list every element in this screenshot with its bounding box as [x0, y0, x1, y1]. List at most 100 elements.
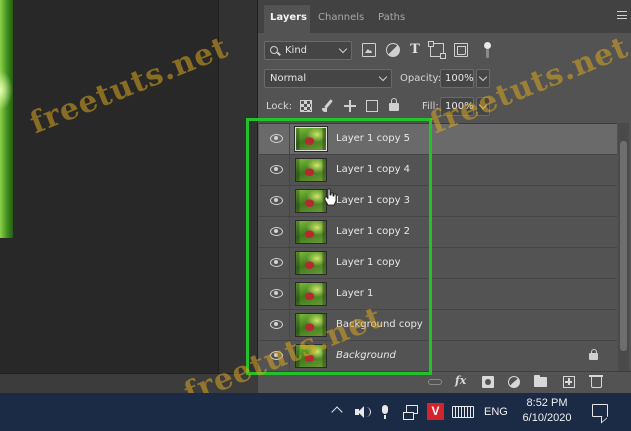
fill-field[interactable]: 100% — [440, 97, 474, 116]
layer-row[interactable]: Background copy — [259, 310, 617, 341]
layer-thumbnail[interactable] — [295, 158, 327, 182]
new-adjustment-layer-icon[interactable] — [508, 376, 520, 388]
layer-row[interactable]: Layer 1 — [259, 279, 617, 310]
kind-filter-select[interactable]: Kind — [264, 41, 352, 60]
speaker-waves-icon — [365, 407, 371, 417]
hand-cursor-icon — [324, 188, 337, 206]
action-center-icon[interactable] — [592, 404, 608, 417]
visibility-divider — [289, 279, 290, 310]
chevron-down-icon — [378, 72, 388, 82]
canvas-status-bar — [0, 373, 258, 393]
tab-paths[interactable]: Paths — [372, 5, 410, 33]
layer-name[interactable]: Layer 1 copy — [336, 257, 400, 268]
layer-list-scrollbar[interactable] — [618, 123, 629, 371]
layer-name[interactable]: Layer 1 — [336, 288, 373, 299]
opacity-field[interactable]: 100% — [440, 69, 474, 88]
add-layer-mask-icon[interactable] — [482, 376, 494, 388]
touch-keyboard-icon[interactable] — [452, 406, 474, 418]
visibility-divider — [289, 310, 290, 341]
opacity-dropdown-button[interactable] — [476, 69, 490, 88]
layer-thumbnail[interactable] — [295, 344, 327, 368]
link-layers-icon[interactable] — [428, 379, 442, 385]
visibility-divider — [289, 248, 290, 279]
blend-mode-select[interactable]: Normal — [264, 69, 392, 88]
eye-visibility-icon[interactable] — [270, 289, 283, 298]
layer-name[interactable]: Layer 1 copy 2 — [336, 226, 410, 237]
chevron-down-icon — [338, 44, 348, 54]
lock-position-icon[interactable] — [344, 100, 356, 112]
layer-name[interactable]: Layer 1 copy 3 — [336, 195, 410, 206]
eye-visibility-icon[interactable] — [270, 165, 283, 174]
pixel-layer-filter-icon[interactable] — [362, 43, 376, 57]
layer-row[interactable]: Layer 1 copy 3 — [259, 186, 617, 217]
layer-thumbnail[interactable] — [295, 251, 327, 275]
layers-panel-footer: fx — [258, 371, 631, 393]
layer-thumbnail[interactable] — [295, 220, 327, 244]
document-canvas[interactable] — [0, 0, 218, 373]
panel-menu-icon[interactable] — [617, 11, 627, 19]
lock-transparent-pixels-icon[interactable] — [300, 100, 312, 112]
lock-all-icon[interactable] — [389, 98, 399, 111]
layer-row[interactable]: Background — [259, 341, 617, 372]
lock-icon[interactable] — [589, 349, 598, 360]
layer-row[interactable]: Layer 1 copy 4 — [259, 155, 617, 186]
chevron-down-icon — [478, 100, 488, 110]
show-hidden-icons-chevron-icon[interactable] — [331, 406, 343, 418]
adjustment-layer-filter-icon[interactable] — [386, 43, 400, 57]
layer-row[interactable]: Layer 1 copy — [259, 248, 617, 279]
layer-name[interactable]: Layer 1 copy 5 — [336, 133, 410, 144]
language-indicator[interactable]: ENG — [484, 406, 508, 418]
filter-toggle-icon[interactable] — [482, 42, 492, 58]
lock-label: Lock: — [266, 101, 293, 112]
shape-layer-filter-icon[interactable] — [428, 41, 446, 59]
layer-thumbnail[interactable] — [295, 127, 327, 151]
fill-label: Fill: — [422, 101, 439, 112]
eye-visibility-icon[interactable] — [270, 320, 283, 329]
layer-list: Layer 1 copy 5 Layer 1 copy 4 Layer 1 co… — [259, 123, 617, 372]
layer-name[interactable]: Background copy — [336, 319, 423, 330]
eye-visibility-icon[interactable] — [270, 227, 283, 236]
eye-visibility-icon[interactable] — [270, 351, 283, 360]
visibility-divider — [289, 124, 290, 155]
layer-name[interactable]: Layer 1 copy 4 — [336, 164, 410, 175]
windows-taskbar: V ENG 8:52 PM 6/10/2020 — [0, 393, 631, 431]
vietnamese-ime-icon[interactable]: V — [427, 403, 444, 420]
canvas-image — [0, 0, 13, 238]
lock-artboard-icon[interactable] — [366, 100, 378, 112]
eye-visibility-icon[interactable] — [270, 196, 283, 205]
visibility-divider — [289, 155, 290, 186]
eye-visibility-icon[interactable] — [270, 258, 283, 267]
eye-visibility-icon[interactable] — [270, 134, 283, 143]
blend-mode-value: Normal — [270, 73, 307, 84]
network-icon[interactable] — [403, 405, 418, 420]
visibility-divider — [289, 186, 290, 217]
microphone-icon[interactable] — [381, 405, 389, 419]
delete-layer-icon[interactable] — [589, 375, 603, 388]
layer-row[interactable]: Layer 1 copy 2 — [259, 217, 617, 248]
opacity-label: Opacity: — [400, 73, 442, 84]
chevron-down-icon — [478, 72, 488, 82]
kind-filter-label: Kind — [285, 45, 308, 56]
layer-thumbnail[interactable] — [295, 189, 327, 213]
clock-time[interactable]: 8:52 PM — [523, 397, 571, 409]
panel-tab-bar: Layers Channels Paths — [258, 0, 631, 33]
new-group-folder-icon[interactable] — [534, 375, 547, 387]
layer-thumbnail[interactable] — [295, 282, 327, 306]
layers-panel: Layers Channels Paths Kind T Normal Opac… — [258, 0, 631, 393]
smart-object-filter-icon[interactable] — [454, 43, 468, 57]
search-icon — [270, 46, 278, 54]
tab-channels[interactable]: Channels — [312, 5, 370, 33]
layer-style-fx-icon[interactable]: fx — [455, 374, 473, 387]
layer-name[interactable]: Background — [336, 350, 396, 361]
new-layer-icon[interactable] — [563, 376, 575, 388]
layer-row[interactable]: Layer 1 copy 5 — [259, 124, 617, 155]
scrollbar-thumb[interactable] — [620, 141, 627, 351]
type-layer-filter-icon[interactable]: T — [408, 43, 422, 57]
tab-layers[interactable]: Layers — [264, 5, 310, 33]
layer-thumbnail[interactable] — [295, 313, 327, 337]
visibility-divider — [289, 217, 290, 248]
lock-image-pixels-icon[interactable] — [322, 100, 334, 112]
clock-date[interactable]: 6/10/2020 — [517, 412, 577, 424]
panel-dock-gutter — [218, 0, 258, 373]
fill-dropdown-button[interactable] — [476, 97, 490, 116]
